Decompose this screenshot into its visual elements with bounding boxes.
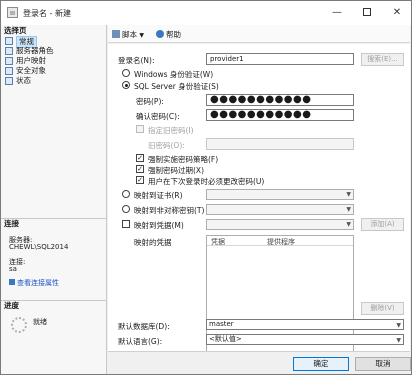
specify-old-password-checkbox[interactable] [136,125,144,133]
page-item-label: 服务器角色 [16,46,54,55]
page-icon [5,37,13,45]
chevron-down-icon: ▼ [396,337,401,344]
progress-header: 进度 [4,301,19,310]
maximize-button[interactable] [353,4,381,22]
map-asym-key-radio[interactable] [122,205,130,213]
search-button[interactable]: 搜索(E)... [361,53,404,66]
map-credential-label: 映射到凭据(M) [134,221,184,230]
specify-old-password-label: 指定旧密码(I) [148,126,194,135]
page-item-server-roles[interactable]: 服务器角色 [4,46,54,56]
page-item-securables[interactable]: 安全对象 [4,66,46,76]
confirm-password-label: 确认密码(C): [136,112,180,121]
sql-auth-radio[interactable] [122,81,130,89]
page-item-user-mapping[interactable]: 用户映射 [4,56,46,66]
script-icon [112,30,120,38]
connection-header: 连接 [4,219,19,228]
windows-auth-label: Windows 身份验证(W) [134,70,214,79]
app-icon [7,7,18,18]
page-icon [5,47,13,55]
table-header: 凭据 提供程序 [207,236,353,246]
maximize-icon [363,8,371,16]
credential-select[interactable]: ▼ [206,219,354,230]
page-item-label: 用户映射 [16,56,46,65]
default-language-select[interactable]: <默认值> ▼ [206,334,404,345]
chevron-down-icon: ▼ [346,206,351,213]
enforce-policy-label: 强制实施密码策略(F) [148,155,219,164]
window-title: 登录名 - 新建 [23,9,71,18]
default-database-label: 默认数据库(D): [118,322,170,331]
progress-status: 就绪 [33,318,47,326]
map-asym-key-label: 映射到非对称密钥(T) [134,206,205,215]
windows-auth-radio[interactable] [122,69,130,77]
server-value: CHEWL\SQL2014 [9,243,69,251]
toolbar: 脚本 ▼ 帮助 [108,25,410,43]
page-item-label: 安全对象 [16,66,46,75]
chevron-down-icon: ▼ [139,32,145,39]
general-page-content: 登录名(N): provider1 搜索(E)... Windows 身份验证(… [108,44,410,355]
cancel-button[interactable]: 取消 [355,357,411,371]
chevron-down-icon: ▼ [396,322,401,329]
password-input[interactable]: ●●●●●●●●●●● [206,94,354,106]
left-pane: 选择页 常规 服务器角色 用户映射 安全对象 状态 连接 服务器: CHEWL\… [1,25,107,374]
default-database-select[interactable]: master ▼ [206,319,404,330]
ok-button[interactable]: 确定 [293,357,349,371]
login-name-input[interactable]: provider1 [206,53,354,65]
progress-spinner-icon [11,317,27,333]
must-change-checkbox[interactable]: ✓ [136,176,144,184]
chevron-down-icon: ▼ [346,221,351,228]
column-header-provider: 提供程序 [267,238,295,246]
default-language-label: 默认语言(G): [118,337,163,346]
old-password-input[interactable] [206,138,354,150]
remove-credential-button[interactable]: 删除(V) [361,302,404,315]
enforce-expiration-label: 强制密码过期(X) [148,166,204,175]
add-credential-button[interactable]: 添加(A) [361,218,404,231]
must-change-label: 用户在下次登录时必须更改密码(U) [148,177,265,186]
help-icon [156,30,164,38]
password-label: 密码(P): [136,97,164,106]
page-icon [5,77,13,85]
view-connection-properties-link[interactable]: 查看连接属性 [9,278,59,288]
dialog-button-bar: 确定 取消 [108,351,411,374]
page-icon [5,57,13,65]
page-item-general[interactable]: 常规 [4,36,37,48]
page-item-status[interactable]: 状态 [4,76,31,86]
connection-value: sa [9,265,17,273]
properties-icon [9,279,15,285]
page-item-label: 状态 [16,76,31,85]
mapped-credentials-label: 映射的凭据 [134,238,172,247]
asym-key-select[interactable]: ▼ [206,204,354,215]
chevron-down-icon: ▼ [346,191,351,198]
column-header-credential: 凭据 [211,238,225,246]
enforce-policy-checkbox[interactable]: ✓ [136,154,144,162]
certificate-select[interactable]: ▼ [206,189,354,200]
enforce-expiration-checkbox[interactable]: ✓ [136,165,144,173]
page-icon [5,67,13,75]
close-button[interactable]: ✕ [383,4,411,22]
map-credential-checkbox[interactable] [122,220,130,228]
map-certificate-label: 映射到证书(R) [134,191,183,200]
help-button[interactable]: 帮助 [156,29,181,40]
select-page-header: 选择页 [4,26,27,35]
old-password-label: 旧密码(O): [148,141,185,150]
minimize-button[interactable]: — [323,4,351,22]
confirm-password-input[interactable]: ●●●●●●●●●●● [206,109,354,121]
map-certificate-radio[interactable] [122,190,130,198]
sql-auth-label: SQL Server 身份验证(S) [134,82,219,91]
login-new-dialog: 登录名 - 新建 — ✕ 选择页 常规 服务器角色 用户映射 安全对象 状态 连… [0,0,412,375]
title-bar: 登录名 - 新建 — ✕ [1,1,411,25]
login-name-label: 登录名(N): [118,56,155,65]
script-button[interactable]: 脚本 ▼ [112,29,144,40]
